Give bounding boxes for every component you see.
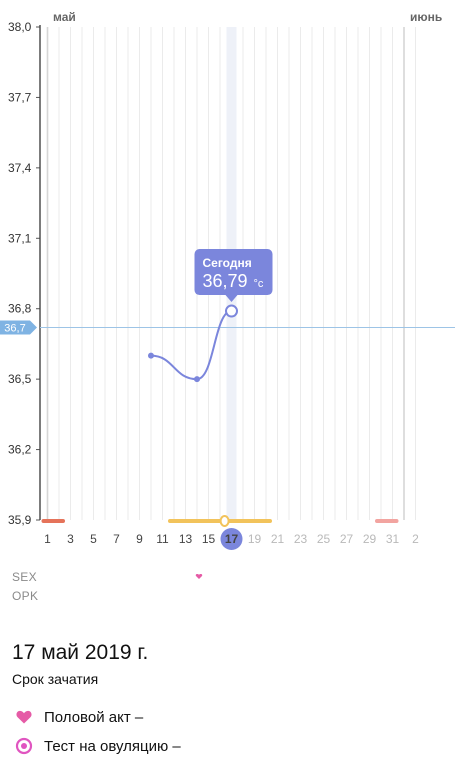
x-tick-label: 11 [156, 532, 169, 546]
coverline-label: 36,7 [4, 322, 25, 334]
row-label-opk: OPK [12, 589, 39, 603]
x-tick-label: 2 [412, 532, 419, 546]
x-tick-label: 29 [363, 532, 377, 546]
temperature-point [194, 376, 200, 383]
month-label-may: май [53, 10, 76, 24]
legend-intercourse-label: Половой акт [44, 708, 131, 726]
y-tick-label: 37,1 [8, 231, 32, 245]
legend-ovulation-test-value: – [172, 737, 181, 755]
x-tick-label: 31 [386, 532, 400, 546]
legend-ovulation-test[interactable]: Тест на овуляцию – [14, 736, 181, 756]
y-tick-label: 36,8 [8, 302, 32, 316]
ovulation-test-icon [14, 736, 34, 756]
temperature-series [148, 304, 238, 383]
y-tick-label: 37,4 [8, 161, 32, 175]
today-label: Сегодня [203, 256, 252, 270]
y-tick-label: 36,2 [8, 443, 32, 457]
today-tooltip: Сегодня36,79 °c [194, 249, 273, 303]
x-tick-label: 17 [225, 532, 239, 546]
x-tick-label: 27 [340, 532, 354, 546]
today-unit: °c [254, 278, 264, 290]
marker-rows [195, 573, 203, 579]
sex-mark-heart-icon [195, 573, 203, 579]
legend-intercourse[interactable]: Половой акт – [14, 707, 143, 727]
x-axis[interactable]: 1 3 5 7 9 11 13 15 17 19 21 23 25 27 29 31 2 [44, 528, 419, 550]
temperature-chart[interactable]: 38,037,737,437,136,836,536,235,9май июнь … [0, 0, 455, 620]
x-tick-label: 19 [248, 532, 262, 546]
row-label-sex: SEX [12, 570, 37, 584]
x-tick-label: 7 [113, 532, 120, 546]
y-tick-label: 35,9 [8, 513, 32, 527]
y-tick-label: 36,5 [8, 372, 32, 386]
x-tick-label: 9 [136, 532, 143, 546]
x-tick-label: 1 [44, 532, 51, 546]
x-tick-label: 15 [202, 532, 216, 546]
x-tick-label: 21 [271, 532, 285, 546]
heart-icon [14, 707, 34, 727]
month-label-june: июнь [410, 10, 442, 24]
x-tick-label: 3 [67, 532, 74, 546]
legend-ovulation-test-label: Тест на овуляцию [44, 737, 169, 755]
cycle-phase-label: Срок зачатия [12, 671, 99, 687]
y-tick-label: 37,7 [8, 90, 32, 104]
x-tick-label: 5 [90, 532, 97, 546]
legend-intercourse-value: – [134, 708, 144, 726]
ovulation-marker-icon [219, 515, 230, 527]
temperature-point [148, 352, 154, 359]
today-value: 36,79 [203, 271, 248, 291]
y-tick-label: 38,0 [8, 20, 32, 34]
x-tick-label: 23 [294, 532, 308, 546]
temperature-line [150, 310, 232, 381]
x-tick-label: 25 [317, 532, 331, 546]
temperature-point-today [225, 304, 238, 318]
x-tick-label: 13 [179, 532, 193, 546]
selected-date-title: 17 май 2019 г. [12, 641, 149, 664]
